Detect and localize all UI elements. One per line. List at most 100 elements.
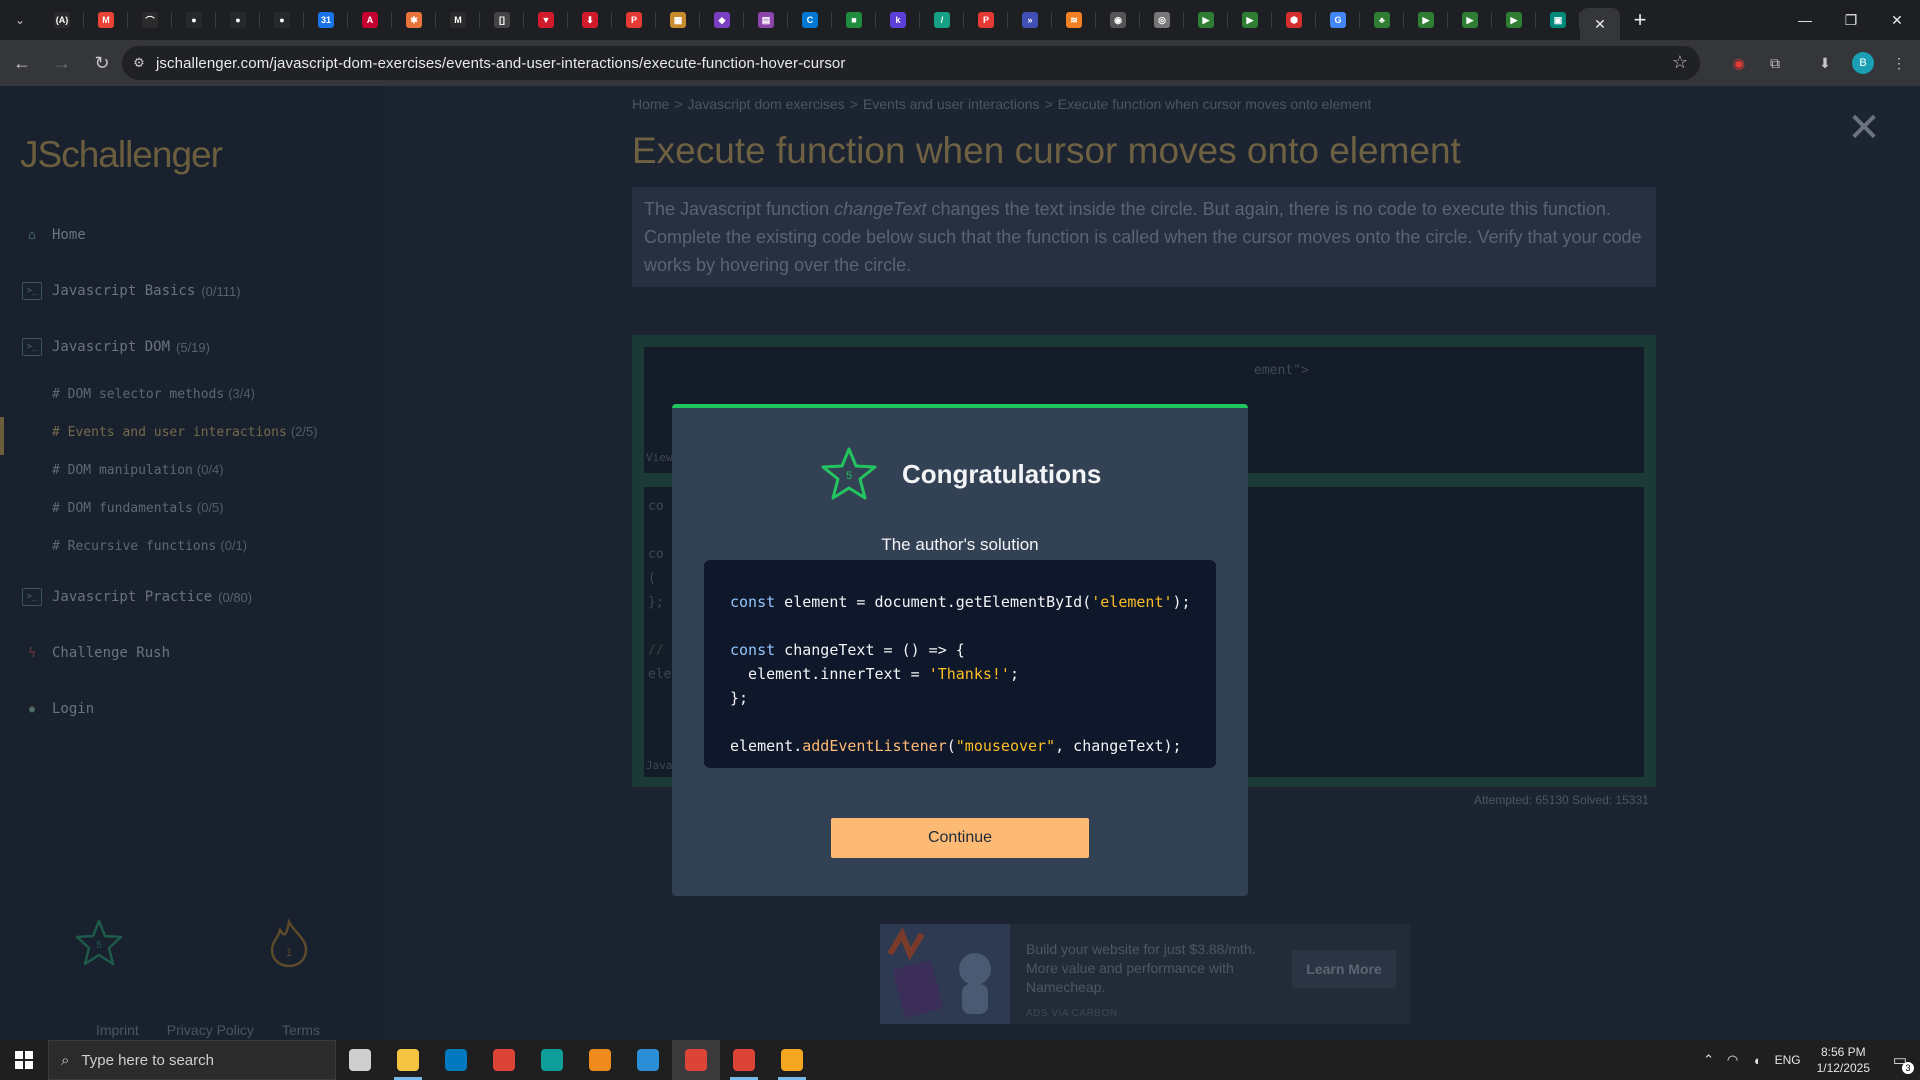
browser-tab[interactable]: ◎: [1140, 0, 1184, 40]
browser-tab[interactable]: ⬇: [568, 0, 612, 40]
breadcrumb-home[interactable]: Home: [632, 96, 669, 112]
sidebar-item-javascript-dom[interactable]: >_ Javascript DOM (5/19): [22, 338, 210, 356]
language-indicator[interactable]: ENG: [1775, 1053, 1801, 1067]
browser-tab[interactable]: ●: [172, 0, 216, 40]
tab-close-icon[interactable]: ✕: [1594, 16, 1606, 33]
breadcrumb-events[interactable]: Events and user interactions: [863, 96, 1040, 112]
chrome-icon[interactable]: [480, 1040, 528, 1080]
browser-tab[interactable]: ⌒: [128, 0, 172, 40]
browser-tab[interactable]: ▶: [1448, 0, 1492, 40]
vlc-icon[interactable]: [576, 1040, 624, 1080]
browser-tab[interactable]: ●: [260, 0, 304, 40]
browser-tab[interactable]: ▶: [1228, 0, 1272, 40]
network-icon[interactable]: ◠: [1721, 1052, 1745, 1068]
browser-tab[interactable]: ▶: [1184, 0, 1228, 40]
sidebar-item-login[interactable]: ● Login: [22, 700, 94, 718]
active-tab[interactable]: ✕: [1580, 8, 1620, 40]
browser-tab[interactable]: ▣: [1536, 0, 1580, 40]
sidebar-item-home[interactable]: ⌂ Home: [22, 226, 86, 244]
jschallenger-logo[interactable]: JSchallenger: [20, 134, 223, 176]
sidebar-item-challenge-rush[interactable]: ϟ Challenge Rush: [22, 644, 170, 662]
notifications-icon[interactable]: ▭ 3: [1880, 1040, 1920, 1080]
browser-tab[interactable]: k: [876, 0, 920, 40]
sidebar-item-javascript-basics[interactable]: >_ Javascript Basics (0/111): [22, 282, 241, 300]
ad-image[interactable]: [880, 924, 1010, 1024]
sidebar-subitem-dom-fundamentals[interactable]: # DOM fundamentals (0/5): [52, 500, 224, 516]
tray-overflow-icon[interactable]: ⌃: [1697, 1052, 1721, 1068]
sidebar-subitem-dom-selector-methods[interactable]: # DOM selector methods (3/4): [52, 386, 255, 402]
breadcrumb-dom-exercises[interactable]: Javascript dom exercises: [688, 96, 845, 112]
ad-via-label[interactable]: ADS VIA CARBON: [1026, 1008, 1117, 1019]
address-bar[interactable]: ⚙ jschallenger.com/javascript-dom-exerci…: [122, 46, 1700, 80]
window-close-icon[interactable]: ✕: [1874, 0, 1920, 40]
extensions-puzzle-icon[interactable]: ⧉: [1764, 52, 1786, 74]
forward-icon[interactable]: →: [44, 45, 80, 81]
windows-start-icon[interactable]: [0, 1040, 48, 1080]
vscode-icon[interactable]: [624, 1040, 672, 1080]
browser-tab[interactable]: P: [612, 0, 656, 40]
extension-red-icon[interactable]: ◉: [1728, 52, 1750, 74]
browser-tab[interactable]: M: [436, 0, 480, 40]
browser-tab[interactable]: ≋: [1052, 0, 1096, 40]
chrome-profile-2-icon[interactable]: [720, 1040, 768, 1080]
close-icon[interactable]: ✕: [1844, 108, 1884, 148]
browser-tab[interactable]: M: [84, 0, 128, 40]
files-icon[interactable]: [768, 1040, 816, 1080]
browser-tab[interactable]: G: [1316, 0, 1360, 40]
sidebar-subitem-recursive-functions[interactable]: # Recursive functions (0/1): [52, 538, 247, 554]
url-text[interactable]: jschallenger.com/javascript-dom-exercise…: [156, 55, 845, 72]
browser-tab[interactable]: P: [964, 0, 1008, 40]
restore-icon[interactable]: ❐: [1828, 0, 1874, 40]
browser-tab[interactable]: ▦: [656, 0, 700, 40]
browser-tab[interactable]: ▶: [1404, 0, 1448, 40]
terms-link[interactable]: Terms: [282, 1022, 320, 1038]
tab-list: (A) M ⌒ ● ● ● 31 A ✱ M [] ▼ ⬇ P ▦ ◆ ▤ C ■ k / P » ≋ ◉ ◎ ▶ ▶ ⬢ G ♣ ▶ ▶ ▶ ▣: [40, 0, 1580, 40]
browser-tab[interactable]: C: [788, 0, 832, 40]
task-view-icon[interactable]: [336, 1040, 384, 1080]
sidebar-subitem-events-and-user-interactions[interactable]: # Events and user interactions (2/5): [52, 424, 318, 440]
sidebar-item-javascript-practice[interactable]: >_ Javascript Practice (0/80): [22, 588, 252, 606]
carbon-ad[interactable]: Build your website for just $3.88/mth. M…: [880, 924, 1410, 1024]
browser-tab[interactable]: 31: [304, 0, 348, 40]
browser-tab[interactable]: A: [348, 0, 392, 40]
browser-menu-icon[interactable]: ⋮: [1888, 52, 1910, 74]
browser-tab[interactable]: ▼: [524, 0, 568, 40]
browser-tab[interactable]: ⬢: [1272, 0, 1316, 40]
clock[interactable]: 8:56 PM 1/12/2025: [1817, 1044, 1870, 1076]
reload-icon[interactable]: ↻: [84, 45, 120, 81]
browser-tab[interactable]: ■: [832, 0, 876, 40]
edge-icon[interactable]: [528, 1040, 576, 1080]
tab-favicon-p-1-icon: P: [626, 12, 642, 28]
new-tab-button[interactable]: +: [1620, 0, 1660, 40]
browser-tab[interactable]: (A): [40, 0, 84, 40]
clock-date: 1/12/2025: [1816, 1061, 1870, 1075]
browser-tab[interactable]: ♣: [1360, 0, 1404, 40]
volume-icon[interactable]: ◖: [1745, 1053, 1769, 1068]
site-info-icon[interactable]: ⚙: [122, 55, 156, 71]
browser-tab[interactable]: []: [480, 0, 524, 40]
profile-avatar[interactable]: B: [1852, 52, 1874, 74]
back-icon[interactable]: ←: [4, 45, 40, 81]
imprint-link[interactable]: Imprint: [96, 1022, 139, 1038]
browser-tab[interactable]: ◉: [1096, 0, 1140, 40]
trello-icon[interactable]: [432, 1040, 480, 1080]
ad-text[interactable]: Build your website for just $3.88/mth. M…: [1026, 940, 1276, 997]
browser-tab[interactable]: ▤: [744, 0, 788, 40]
browser-tab[interactable]: ✱: [392, 0, 436, 40]
privacy-policy-link[interactable]: Privacy Policy: [167, 1022, 254, 1038]
browser-tab[interactable]: ▶: [1492, 0, 1536, 40]
chrome-profile-1-icon[interactable]: [672, 1040, 720, 1080]
browser-tab[interactable]: /: [920, 0, 964, 40]
bookmark-star-icon[interactable]: ☆: [1672, 52, 1688, 73]
file-explorer-icon[interactable]: [384, 1040, 432, 1080]
learn-more-button[interactable]: Learn More: [1292, 950, 1396, 988]
browser-tab[interactable]: ◆: [700, 0, 744, 40]
sidebar-subitem-dom-manipulation[interactable]: # DOM manipulation (0/4): [52, 462, 224, 478]
download-icon[interactable]: ⬇: [1814, 52, 1836, 74]
browser-tab[interactable]: ●: [216, 0, 260, 40]
taskbar-search-input[interactable]: ⌕ Type here to search: [48, 1040, 336, 1080]
continue-button[interactable]: Continue: [831, 818, 1089, 858]
browser-tab[interactable]: »: [1008, 0, 1052, 40]
tab-search-icon[interactable]: ⌄: [0, 0, 40, 40]
minimize-icon[interactable]: —: [1782, 0, 1828, 40]
